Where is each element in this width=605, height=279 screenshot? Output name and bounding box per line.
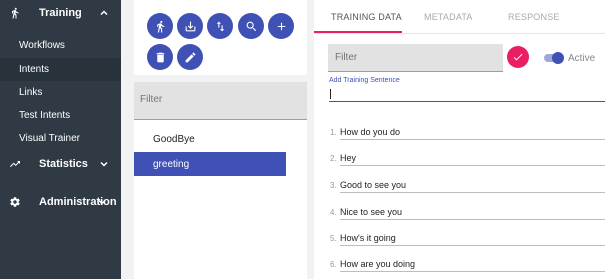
chevron-down-icon [99, 159, 109, 169]
search-icon [246, 21, 256, 31]
intent-detail-panel: TRAINING DATA METADATA RESPONSE Active A… [314, 0, 605, 279]
sentence-text[interactable]: How do you do [340, 124, 605, 140]
add-button[interactable] [268, 13, 294, 39]
intents-panel: GoodBye greeting [134, 82, 307, 279]
sentence-row: 4. Nice to see you [330, 204, 605, 222]
sentence-text[interactable]: Nice to see you [340, 204, 605, 220]
tab-metadata[interactable]: METADATA [424, 0, 473, 34]
sentence-number: 4. [330, 208, 337, 217]
sentence-row: 2. Hey [330, 150, 605, 168]
sort-icon [216, 21, 224, 31]
nav-training[interactable]: Training [0, 0, 121, 26]
sentence-number: 3. [330, 181, 337, 190]
add-sentence-field [329, 87, 605, 102]
search-button[interactable] [238, 13, 264, 39]
gear-icon [9, 196, 21, 208]
tab-training-data[interactable]: TRAINING DATA [331, 0, 402, 34]
sidebar-item-links[interactable]: Links [0, 81, 121, 104]
walk-icon [156, 20, 164, 32]
sentence-text[interactable]: Good to see you [340, 177, 605, 193]
training-filter [328, 44, 503, 72]
nav-statistics-label: Statistics [39, 158, 88, 170]
active-label: Active [568, 53, 596, 64]
intent-filter-input[interactable] [140, 94, 300, 105]
sidebar-item-workflows[interactable]: Workflows [0, 34, 121, 57]
edit-button[interactable] [177, 44, 203, 70]
sentence-text[interactable]: Hey [340, 150, 605, 166]
sidebar-item-visual-trainer[interactable]: Visual Trainer [0, 127, 121, 150]
intent-item-greeting[interactable]: greeting [134, 152, 286, 176]
active-toggle[interactable] [544, 52, 564, 64]
nav-training-label: Training [39, 7, 82, 19]
walk-button[interactable] [147, 13, 173, 39]
sidebar-item-intents[interactable]: Intents [0, 58, 121, 81]
sentence-text[interactable]: How's it going [340, 230, 605, 246]
delete-button[interactable] [147, 44, 173, 70]
nav-statistics[interactable]: Statistics [0, 151, 121, 177]
walk-icon [9, 7, 21, 19]
sentence-row: 3. Good to see you [330, 177, 605, 195]
sidebar: Training Workflows Intents Links Test In… [0, 0, 121, 279]
sort-button[interactable] [207, 13, 233, 39]
confirm-button[interactable] [507, 46, 529, 68]
add-sentence-input[interactable] [329, 87, 599, 101]
sentence-row: 1. How do you do [330, 124, 605, 142]
chevron-up-icon [99, 8, 109, 18]
sentence-row: 5. How's it going [330, 230, 605, 248]
sentence-number: 1. [330, 128, 337, 137]
check-icon [513, 53, 523, 61]
sidebar-item-test-intents[interactable]: Test Intents [0, 104, 121, 127]
tab-response[interactable]: RESPONSE [508, 0, 560, 34]
download-icon [185, 21, 195, 31]
intent-toolbar [134, 0, 307, 75]
add-sentence-label: Add Training Sentence [329, 77, 400, 84]
edit-icon [185, 52, 195, 62]
sentence-row: 6. How are you doing [330, 256, 605, 274]
delete-icon [156, 52, 164, 62]
sentence-number: 5. [330, 234, 337, 243]
toggle-knob [552, 52, 564, 64]
add-icon [277, 22, 285, 30]
app-root: Training Workflows Intents Links Test In… [0, 0, 605, 279]
nav-administration[interactable]: Administration [0, 189, 121, 215]
sentence-text[interactable]: How are you doing [340, 256, 605, 272]
trending-up-icon [9, 158, 21, 170]
sentence-number: 2. [330, 154, 337, 163]
text-caret [330, 89, 331, 99]
tabs-divider [314, 33, 605, 34]
intent-filter [134, 82, 307, 120]
sentence-number: 6. [330, 260, 337, 269]
training-filter-input[interactable] [335, 52, 495, 63]
intent-item-goodbye[interactable]: GoodBye [134, 127, 286, 151]
download-button[interactable] [177, 13, 203, 39]
chevron-down-icon [97, 197, 107, 207]
